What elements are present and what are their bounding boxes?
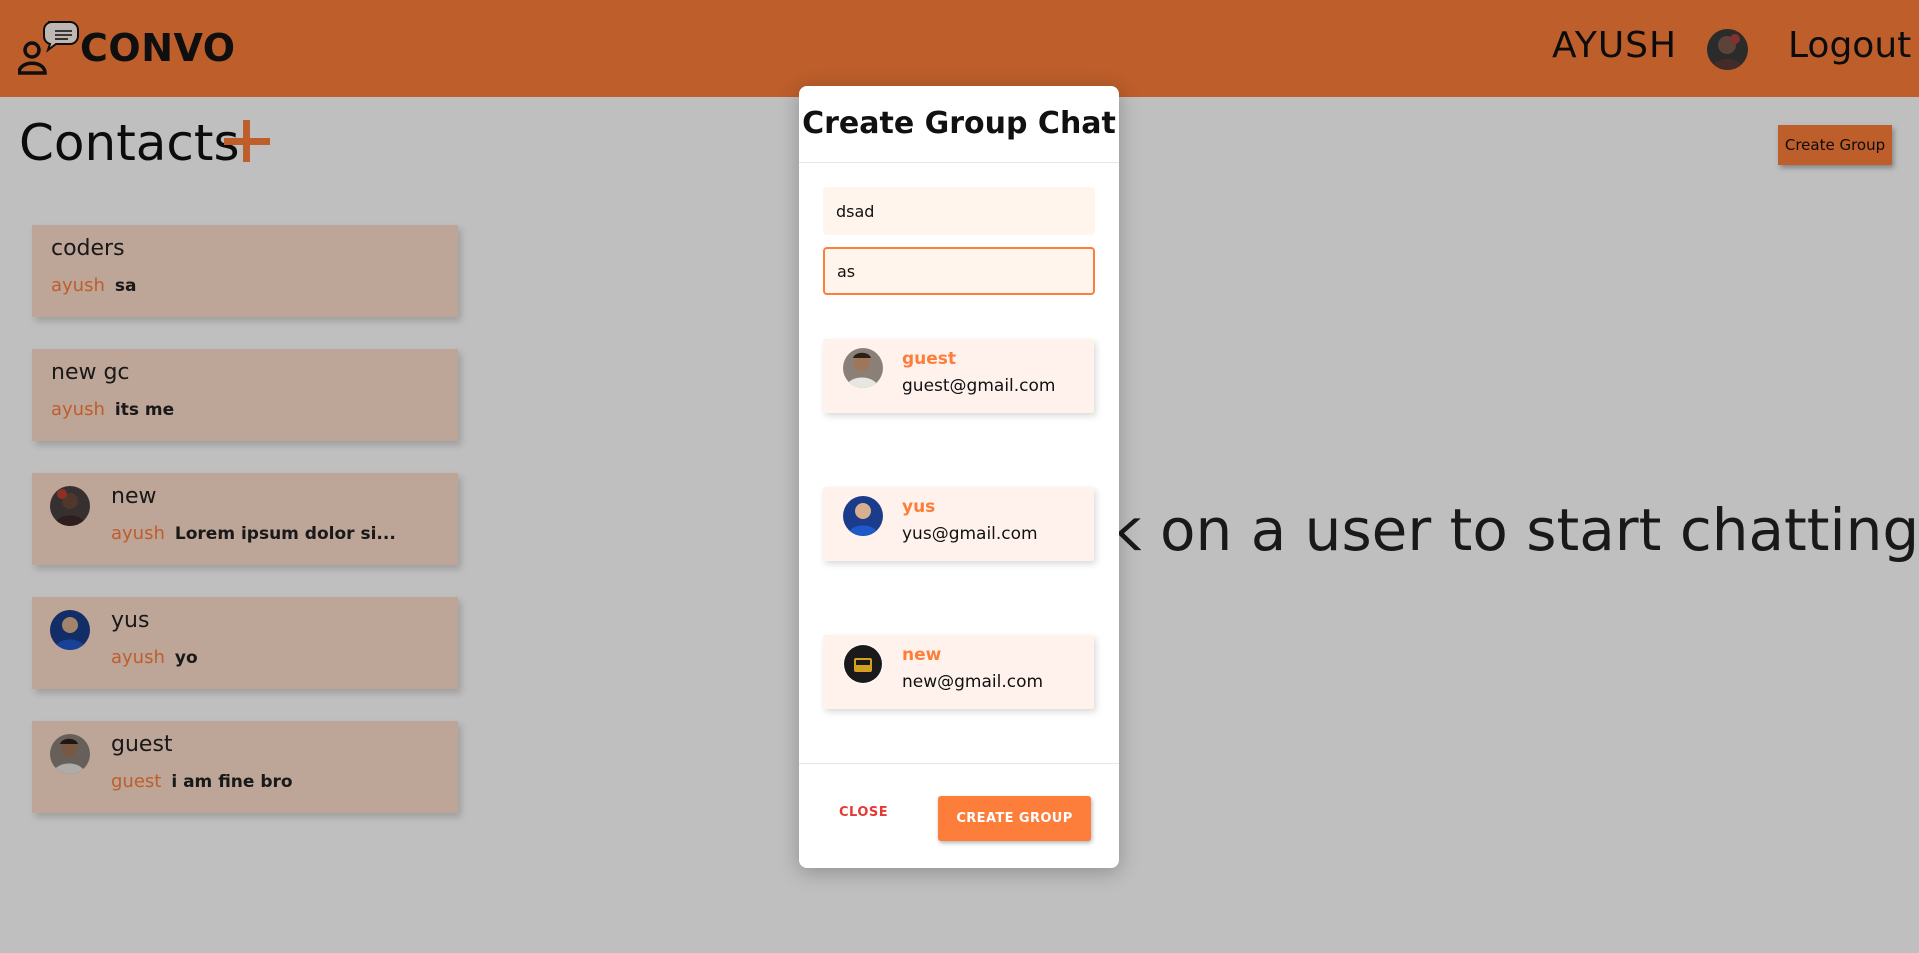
divider (799, 162, 1119, 163)
user-email: new@gmail.com (902, 672, 1044, 692)
group-name-input[interactable] (823, 187, 1095, 235)
user-email: yus@gmail.com (902, 524, 1038, 544)
modal-title: Create Group Chat (802, 106, 1116, 141)
user-avatar (843, 496, 883, 536)
divider (799, 763, 1119, 764)
user-search-input[interactable] (823, 247, 1095, 295)
create-group-submit-button[interactable]: CREATE GROUP (938, 796, 1091, 841)
user-name: new (902, 645, 942, 665)
user-name: guest (902, 349, 957, 369)
user-avatar (843, 644, 883, 684)
user-email: guest@gmail.com (902, 376, 1056, 396)
close-button[interactable]: CLOSE (839, 805, 888, 820)
search-result-user[interactable]: yus yus@gmail.com (823, 487, 1094, 561)
search-result-user[interactable]: guest guest@gmail.com (823, 339, 1094, 413)
user-name: yus (902, 497, 936, 517)
create-group-modal: Create Group Chat guest guest@gmail.com … (799, 86, 1119, 868)
user-avatar (843, 348, 883, 388)
search-result-user[interactable]: new new@gmail.com (823, 635, 1094, 709)
